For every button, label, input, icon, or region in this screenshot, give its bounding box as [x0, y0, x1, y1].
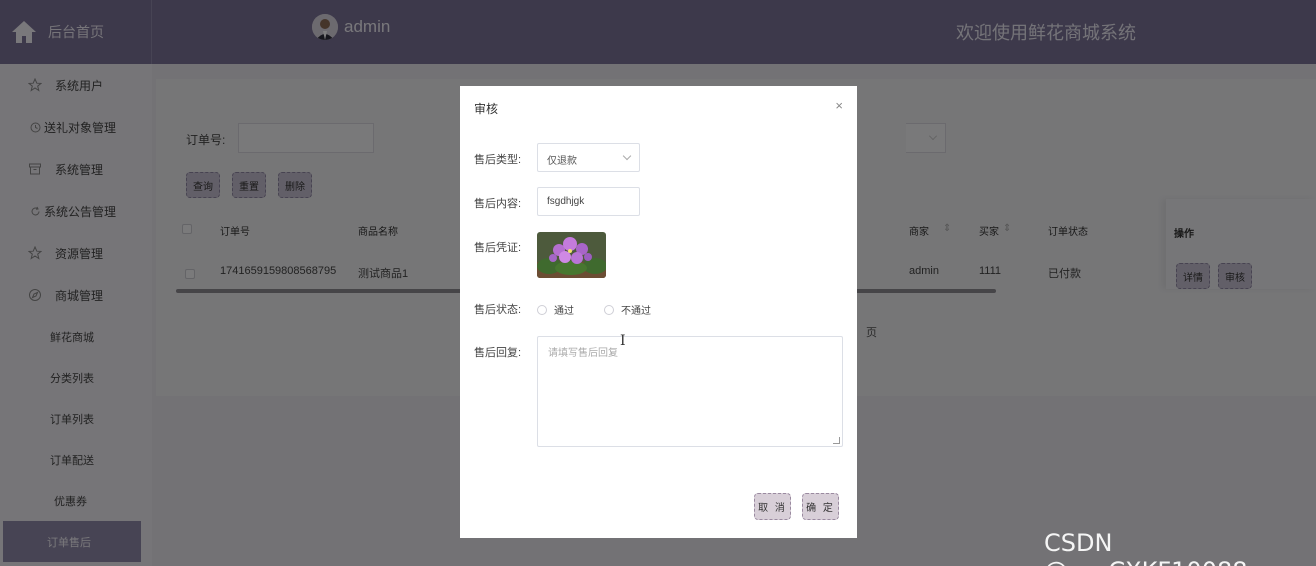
resize-handle[interactable]: [833, 437, 840, 444]
cancel-button[interactable]: 取 消: [754, 493, 791, 520]
textarea-placeholder: 请填写售后回复: [548, 348, 618, 359]
radio-circle: [537, 304, 547, 315]
after-sale-type-select[interactable]: 仅退款: [537, 143, 640, 172]
chevron-down-icon: [622, 151, 632, 161]
after-sale-reply-label: 售后回复:: [474, 347, 522, 359]
after-sale-type-label: 售后类型:: [474, 154, 522, 166]
confirm-button[interactable]: 确 定: [802, 493, 839, 520]
radio-circle: [604, 304, 614, 315]
select-value: 仅退款: [547, 156, 577, 167]
radio-label: 通过: [554, 306, 574, 317]
after-sale-status-label: 售后状态:: [474, 304, 522, 316]
after-sale-content-input[interactable]: fsgdhjgk: [537, 187, 640, 216]
dialog-title: 审核: [474, 102, 499, 116]
watermark: CSDN @vx_CXKF10088: [1044, 529, 1248, 566]
voucher-image[interactable]: [537, 232, 606, 278]
radio-label: 不通过: [621, 306, 651, 317]
close-icon[interactable]: ×: [835, 98, 843, 113]
after-sale-reply-textarea[interactable]: 请填写售后回复: [537, 336, 843, 447]
after-sale-content-label: 售后内容:: [474, 198, 522, 210]
text-cursor-icon: I: [620, 333, 626, 349]
radio-approve[interactable]: 通过: [537, 302, 574, 317]
after-sale-voucher-label: 售后凭证:: [474, 242, 522, 254]
radio-reject[interactable]: 不通过: [604, 302, 651, 317]
review-dialog: 审核 × 售后类型: 仅退款 售后内容: fsgdhjgk 售后凭证: 售后状态…: [460, 86, 857, 538]
